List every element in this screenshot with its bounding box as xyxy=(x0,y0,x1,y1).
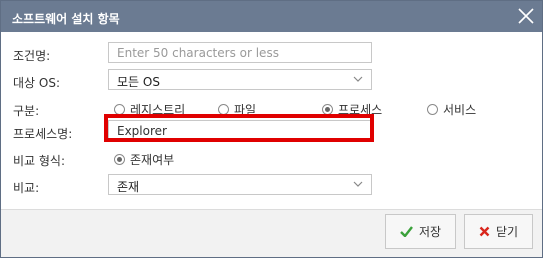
radio-file-label: 파일 xyxy=(234,103,257,117)
x-icon xyxy=(479,226,490,237)
chevron-down-icon xyxy=(353,76,363,82)
process-name-input[interactable] xyxy=(109,121,371,140)
radio-registry-label: 레지스트리 xyxy=(130,103,186,117)
radio-circle xyxy=(218,104,229,115)
condition-name-label: 조건명: xyxy=(13,49,51,63)
comparison-format-label: 비교 형식: xyxy=(13,154,66,168)
type-label: 구분: xyxy=(13,104,40,118)
radio-circle xyxy=(114,104,125,115)
close-button-label: 닫기 xyxy=(495,225,519,239)
condition-name-input[interactable] xyxy=(109,43,371,62)
radio-service-label: 서비스 xyxy=(443,103,477,117)
process-name-label: 프로세스명: xyxy=(13,127,73,141)
radio-registry[interactable]: 레지스트리 xyxy=(114,101,185,118)
software-install-item-dialog: 소프트웨어 설치 항목 조건명: 대상 OS: 모든 OS 구분: 레지스트리 … xyxy=(0,0,543,258)
radio-service[interactable]: 서비스 xyxy=(427,101,476,118)
save-button-label: 저장 xyxy=(418,225,442,239)
check-icon xyxy=(400,226,413,237)
radio-circle-selected xyxy=(114,154,125,165)
target-os-select[interactable]: 모든 OS xyxy=(108,69,372,90)
radio-existence-label: 존재여부 xyxy=(130,153,175,167)
radio-existence[interactable]: 존재여부 xyxy=(114,151,174,168)
close-button[interactable]: 닫기 xyxy=(464,214,533,249)
radio-circle xyxy=(427,104,438,115)
close-icon[interactable] xyxy=(517,7,535,25)
dialog-title: 소프트웨어 설치 항목 xyxy=(12,12,120,26)
process-name-field[interactable] xyxy=(108,120,372,141)
form-area: 조건명: 대상 OS: 모든 OS 구분: 레지스트리 파일 프로세스 서 xyxy=(1,32,542,210)
radio-process[interactable]: 프로세스 xyxy=(322,101,382,118)
radio-file[interactable]: 파일 xyxy=(218,101,256,118)
target-os-label: 대상 OS: xyxy=(13,76,61,90)
radio-circle-selected xyxy=(322,104,333,115)
condition-name-field[interactable] xyxy=(108,42,372,63)
save-button[interactable]: 저장 xyxy=(385,214,456,249)
radio-process-label: 프로세스 xyxy=(338,103,383,117)
comparison-value: 존재 xyxy=(117,180,140,194)
chevron-down-icon xyxy=(353,181,363,187)
comparison-select[interactable]: 존재 xyxy=(108,174,372,195)
dialog-titlebar: 소프트웨어 설치 항목 xyxy=(1,1,542,32)
comparison-label: 비교: xyxy=(13,181,40,195)
target-os-value: 모든 OS xyxy=(117,75,160,89)
